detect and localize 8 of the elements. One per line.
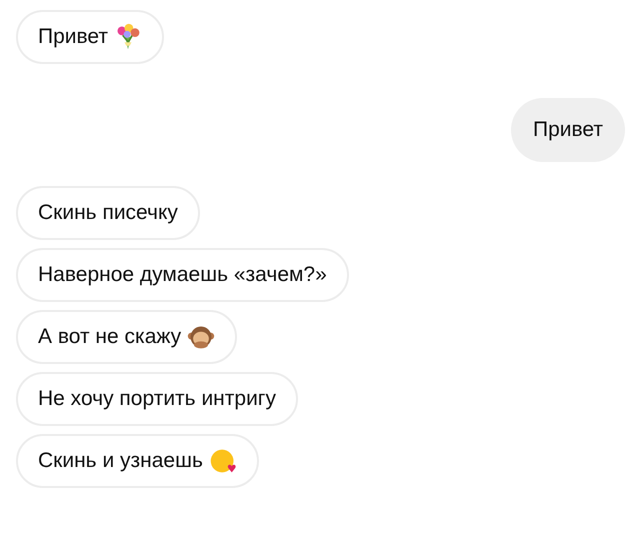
message-text: Скинь и узнаешь	[38, 449, 203, 473]
message-text: А вот не скажу	[38, 325, 182, 349]
message-text: Не хочу портить интригу	[38, 387, 276, 411]
message-text: Привет	[38, 25, 108, 49]
message-text: Наверное думаешь «зачем?»	[38, 263, 327, 287]
kiss-icon	[208, 447, 237, 475]
message-text: Скинь писечку	[38, 201, 178, 225]
message-text: Привет	[532, 118, 603, 142]
